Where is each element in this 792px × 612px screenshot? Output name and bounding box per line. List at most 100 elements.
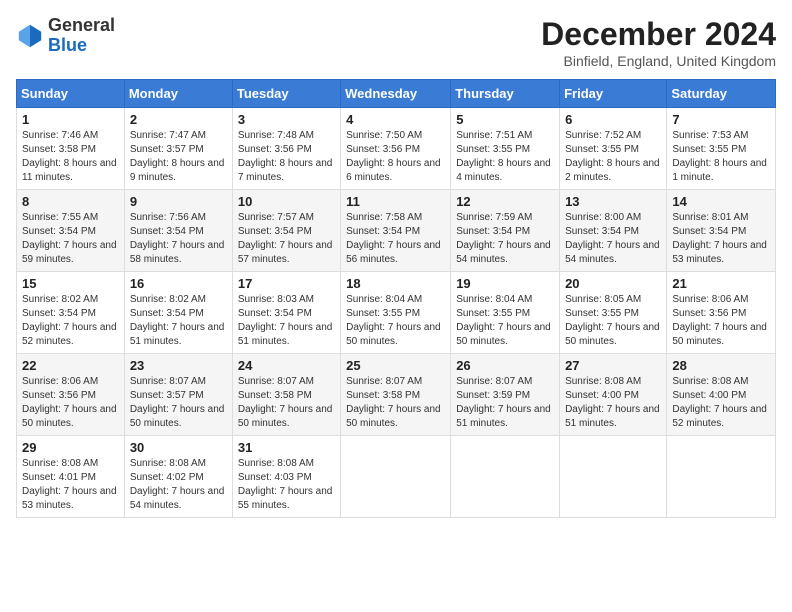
day-info: Sunrise: 8:04 AMSunset: 3:55 PMDaylight:… [346, 293, 445, 349]
calendar-day-cell: 4 Sunrise: 7:50 AMSunset: 3:56 PMDayligh… [341, 108, 451, 190]
day-info: Sunrise: 8:07 AMSunset: 3:58 PMDaylight:… [346, 375, 445, 431]
day-info: Sunrise: 7:58 AMSunset: 3:54 PMDaylight:… [346, 211, 445, 267]
day-info: Sunrise: 8:02 AMSunset: 3:54 PMDaylight:… [130, 293, 227, 349]
logo-icon [16, 22, 44, 50]
day-of-week-header: Tuesday [232, 80, 340, 108]
day-info: Sunrise: 7:51 AMSunset: 3:55 PMDaylight:… [456, 129, 554, 185]
day-number: 1 [22, 112, 119, 127]
calendar-week-row: 1 Sunrise: 7:46 AMSunset: 3:58 PMDayligh… [17, 108, 776, 190]
calendar-week-row: 22 Sunrise: 8:06 AMSunset: 3:56 PMDaylig… [17, 354, 776, 436]
day-info: Sunrise: 7:47 AMSunset: 3:57 PMDaylight:… [130, 129, 227, 185]
calendar-day-cell: 6 Sunrise: 7:52 AMSunset: 3:55 PMDayligh… [560, 108, 667, 190]
day-number: 4 [346, 112, 445, 127]
calendar-day-cell: 16 Sunrise: 8:02 AMSunset: 3:54 PMDaylig… [124, 272, 232, 354]
day-info: Sunrise: 8:07 AMSunset: 3:59 PMDaylight:… [456, 375, 554, 431]
calendar-table: SundayMondayTuesdayWednesdayThursdayFrid… [16, 79, 776, 518]
calendar-day-cell: 20 Sunrise: 8:05 AMSunset: 3:55 PMDaylig… [560, 272, 667, 354]
calendar-day-cell: 21 Sunrise: 8:06 AMSunset: 3:56 PMDaylig… [667, 272, 776, 354]
calendar-day-cell: 10 Sunrise: 7:57 AMSunset: 3:54 PMDaylig… [232, 190, 340, 272]
calendar-header-row: SundayMondayTuesdayWednesdayThursdayFrid… [17, 80, 776, 108]
calendar-day-cell: 19 Sunrise: 8:04 AMSunset: 3:55 PMDaylig… [451, 272, 560, 354]
day-number: 21 [672, 276, 770, 291]
day-number: 6 [565, 112, 661, 127]
calendar-day-cell [667, 436, 776, 518]
day-number: 29 [22, 440, 119, 455]
day-number: 12 [456, 194, 554, 209]
calendar-day-cell [451, 436, 560, 518]
day-info: Sunrise: 8:08 AMSunset: 4:03 PMDaylight:… [238, 457, 335, 513]
day-of-week-header: Friday [560, 80, 667, 108]
calendar-day-cell: 15 Sunrise: 8:02 AMSunset: 3:54 PMDaylig… [17, 272, 125, 354]
day-number: 7 [672, 112, 770, 127]
calendar-day-cell: 31 Sunrise: 8:08 AMSunset: 4:03 PMDaylig… [232, 436, 340, 518]
day-number: 2 [130, 112, 227, 127]
calendar-day-cell [341, 436, 451, 518]
page-header: General Blue December 2024 Binfield, Eng… [16, 16, 776, 69]
calendar-day-cell: 28 Sunrise: 8:08 AMSunset: 4:00 PMDaylig… [667, 354, 776, 436]
calendar-day-cell: 23 Sunrise: 8:07 AMSunset: 3:57 PMDaylig… [124, 354, 232, 436]
calendar-week-row: 29 Sunrise: 8:08 AMSunset: 4:01 PMDaylig… [17, 436, 776, 518]
calendar-day-cell: 18 Sunrise: 8:04 AMSunset: 3:55 PMDaylig… [341, 272, 451, 354]
day-info: Sunrise: 7:55 AMSunset: 3:54 PMDaylight:… [22, 211, 119, 267]
day-number: 27 [565, 358, 661, 373]
calendar-day-cell: 8 Sunrise: 7:55 AMSunset: 3:54 PMDayligh… [17, 190, 125, 272]
day-info: Sunrise: 8:06 AMSunset: 3:56 PMDaylight:… [22, 375, 119, 431]
day-info: Sunrise: 8:07 AMSunset: 3:57 PMDaylight:… [130, 375, 227, 431]
day-number: 16 [130, 276, 227, 291]
calendar-day-cell: 9 Sunrise: 7:56 AMSunset: 3:54 PMDayligh… [124, 190, 232, 272]
day-number: 25 [346, 358, 445, 373]
day-number: 23 [130, 358, 227, 373]
day-info: Sunrise: 7:52 AMSunset: 3:55 PMDaylight:… [565, 129, 661, 185]
logo: General Blue [16, 16, 115, 56]
calendar-day-cell: 2 Sunrise: 7:47 AMSunset: 3:57 PMDayligh… [124, 108, 232, 190]
calendar-day-cell: 30 Sunrise: 8:08 AMSunset: 4:02 PMDaylig… [124, 436, 232, 518]
day-info: Sunrise: 8:01 AMSunset: 3:54 PMDaylight:… [672, 211, 770, 267]
calendar-day-cell: 13 Sunrise: 8:00 AMSunset: 3:54 PMDaylig… [560, 190, 667, 272]
day-number: 20 [565, 276, 661, 291]
day-number: 11 [346, 194, 445, 209]
day-number: 24 [238, 358, 335, 373]
day-number: 10 [238, 194, 335, 209]
day-info: Sunrise: 8:06 AMSunset: 3:56 PMDaylight:… [672, 293, 770, 349]
day-info: Sunrise: 8:02 AMSunset: 3:54 PMDaylight:… [22, 293, 119, 349]
day-of-week-header: Wednesday [341, 80, 451, 108]
day-number: 22 [22, 358, 119, 373]
day-number: 8 [22, 194, 119, 209]
day-info: Sunrise: 8:04 AMSunset: 3:55 PMDaylight:… [456, 293, 554, 349]
calendar-day-cell: 5 Sunrise: 7:51 AMSunset: 3:55 PMDayligh… [451, 108, 560, 190]
day-of-week-header: Monday [124, 80, 232, 108]
day-info: Sunrise: 7:48 AMSunset: 3:56 PMDaylight:… [238, 129, 335, 185]
day-number: 5 [456, 112, 554, 127]
day-number: 13 [565, 194, 661, 209]
calendar-day-cell: 7 Sunrise: 7:53 AMSunset: 3:55 PMDayligh… [667, 108, 776, 190]
day-info: Sunrise: 8:03 AMSunset: 3:54 PMDaylight:… [238, 293, 335, 349]
day-info: Sunrise: 8:08 AMSunset: 4:01 PMDaylight:… [22, 457, 119, 513]
calendar-day-cell: 12 Sunrise: 7:59 AMSunset: 3:54 PMDaylig… [451, 190, 560, 272]
day-info: Sunrise: 7:50 AMSunset: 3:56 PMDaylight:… [346, 129, 445, 185]
logo-text: General Blue [48, 16, 115, 56]
day-number: 9 [130, 194, 227, 209]
day-info: Sunrise: 8:00 AMSunset: 3:54 PMDaylight:… [565, 211, 661, 267]
calendar-week-row: 15 Sunrise: 8:02 AMSunset: 3:54 PMDaylig… [17, 272, 776, 354]
day-number: 15 [22, 276, 119, 291]
day-number: 28 [672, 358, 770, 373]
day-number: 30 [130, 440, 227, 455]
calendar-day-cell: 22 Sunrise: 8:06 AMSunset: 3:56 PMDaylig… [17, 354, 125, 436]
day-of-week-header: Thursday [451, 80, 560, 108]
calendar-day-cell: 11 Sunrise: 7:58 AMSunset: 3:54 PMDaylig… [341, 190, 451, 272]
calendar-day-cell: 29 Sunrise: 8:08 AMSunset: 4:01 PMDaylig… [17, 436, 125, 518]
calendar-day-cell: 17 Sunrise: 8:03 AMSunset: 3:54 PMDaylig… [232, 272, 340, 354]
calendar-day-cell: 25 Sunrise: 8:07 AMSunset: 3:58 PMDaylig… [341, 354, 451, 436]
calendar-day-cell: 26 Sunrise: 8:07 AMSunset: 3:59 PMDaylig… [451, 354, 560, 436]
title-block: December 2024 Binfield, England, United … [541, 16, 776, 69]
month-year-title: December 2024 [541, 16, 776, 53]
day-info: Sunrise: 8:07 AMSunset: 3:58 PMDaylight:… [238, 375, 335, 431]
day-info: Sunrise: 7:57 AMSunset: 3:54 PMDaylight:… [238, 211, 335, 267]
day-number: 26 [456, 358, 554, 373]
day-number: 17 [238, 276, 335, 291]
calendar-day-cell: 1 Sunrise: 7:46 AMSunset: 3:58 PMDayligh… [17, 108, 125, 190]
calendar-day-cell: 27 Sunrise: 8:08 AMSunset: 4:00 PMDaylig… [560, 354, 667, 436]
day-of-week-header: Sunday [17, 80, 125, 108]
day-info: Sunrise: 7:59 AMSunset: 3:54 PMDaylight:… [456, 211, 554, 267]
calendar-day-cell: 3 Sunrise: 7:48 AMSunset: 3:56 PMDayligh… [232, 108, 340, 190]
